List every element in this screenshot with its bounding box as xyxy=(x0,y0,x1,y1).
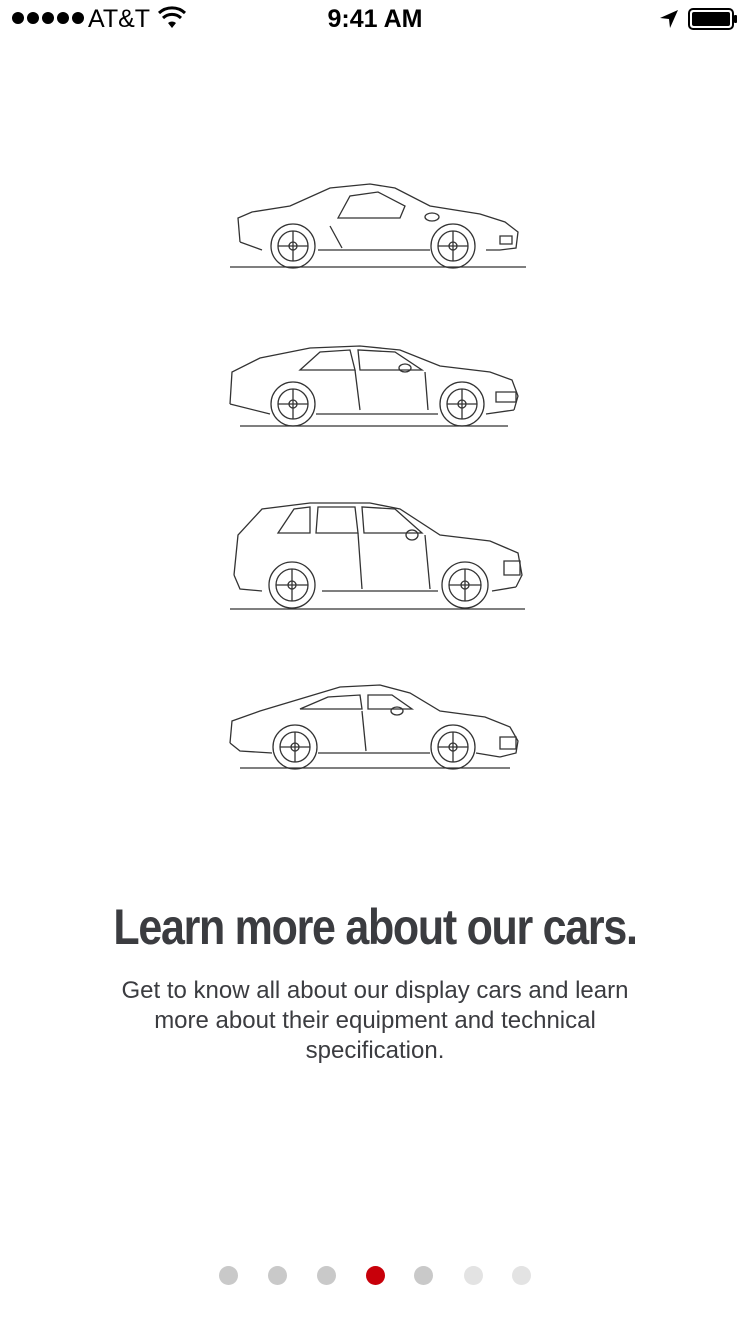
status-bar: AT&T 9:41 AM xyxy=(0,0,750,40)
page-indicator[interactable] xyxy=(0,1266,750,1286)
onboarding-headline: Learn more about our cars. xyxy=(113,899,638,955)
onboarding-description: Get to know all about our display cars a… xyxy=(121,977,629,1064)
battery-icon xyxy=(688,8,737,30)
page-dot-4-active[interactable] xyxy=(366,1266,385,1285)
page-dot-6[interactable] xyxy=(464,1266,483,1285)
suv-car-illustration xyxy=(200,495,550,615)
page-dot-2[interactable] xyxy=(268,1266,287,1285)
page-dot-1[interactable] xyxy=(219,1266,238,1285)
coupe-car-illustration xyxy=(200,170,550,290)
status-time: 9:41 AM xyxy=(327,5,423,33)
page-dot-7[interactable] xyxy=(512,1266,531,1285)
sports-car-illustration xyxy=(200,675,550,795)
location-arrow-icon xyxy=(660,10,678,28)
page-dot-5[interactable] xyxy=(414,1266,433,1285)
page-dot-3[interactable] xyxy=(317,1266,336,1285)
sedan-car-illustration xyxy=(200,330,550,450)
